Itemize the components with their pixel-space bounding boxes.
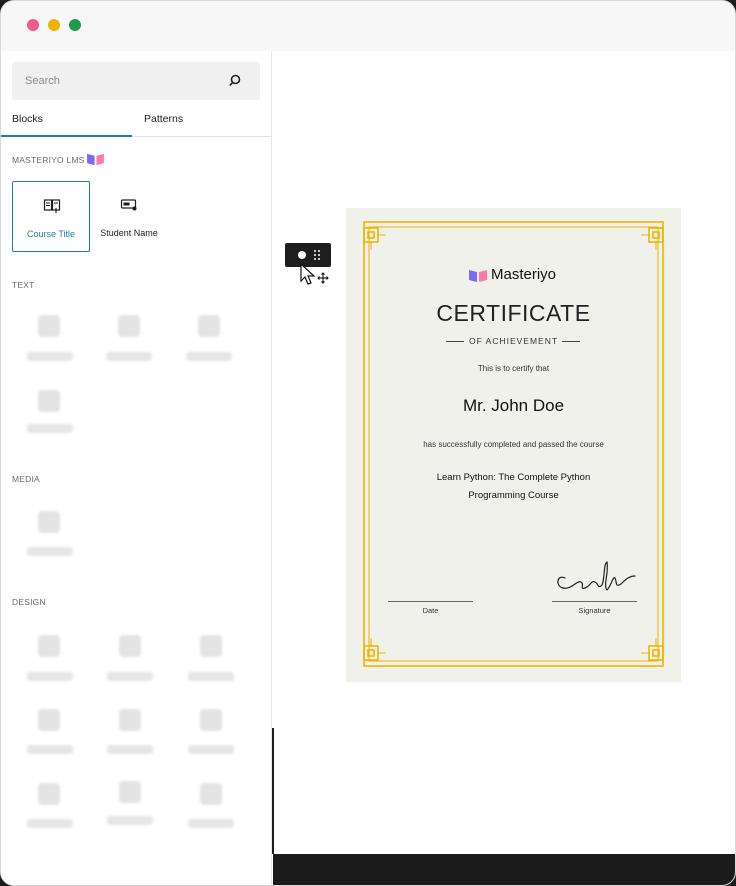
- block-placeholder-label: [107, 816, 153, 825]
- course-title-text: Learn Python: The Complete Python Progra…: [416, 469, 611, 505]
- course-title-line: Programming Course: [468, 490, 559, 501]
- block-label: Course Title: [26, 229, 76, 239]
- signature-label: Signature: [578, 606, 611, 615]
- block-placeholder-icon[interactable]: [38, 315, 60, 337]
- section-label-text: TEXT: [12, 280, 35, 290]
- block-placeholder-icon[interactable]: [38, 783, 60, 805]
- block-placeholder-icon[interactable]: [38, 390, 60, 412]
- inserter-tabs: Blocks Patterns: [1, 107, 272, 137]
- minimize-window-button[interactable]: [48, 19, 60, 31]
- masteriyo-logo-icon: [469, 270, 487, 282]
- block-placeholder-icon[interactable]: [200, 635, 222, 657]
- block-placeholder-label: [107, 745, 153, 754]
- section-label-masteriyo-lms: MASTERIYO LMS: [12, 155, 85, 165]
- course-title-icon: [43, 199, 61, 213]
- block-placeholder-label: [186, 352, 232, 361]
- section-label-design: DESIGN: [12, 597, 46, 607]
- title-bar: [1, 1, 735, 51]
- app-window: Blocks Patterns MASTERIYO LMS Course Tit…: [0, 0, 736, 886]
- tab-patterns[interactable]: Patterns: [132, 107, 272, 137]
- block-placeholder-label: [107, 672, 153, 681]
- block-placeholder-icon[interactable]: [119, 709, 141, 731]
- search-input[interactable]: [12, 62, 260, 100]
- recipient-name: Mr. John Doe: [462, 396, 565, 415]
- block-placeholder-label: [188, 819, 234, 828]
- drag-grip-icon[interactable]: [313, 249, 321, 261]
- block-placeholder-label: [27, 819, 73, 828]
- certificate-brand: Masteriyo: [491, 266, 557, 283]
- subtitle-rule-right: [562, 341, 580, 342]
- block-placeholder-icon[interactable]: [200, 709, 222, 731]
- certificate-subtitle: OF ACHIEVEMENT: [468, 336, 559, 346]
- block-placeholder-label: [188, 672, 234, 681]
- block-placeholder-icon[interactable]: [38, 635, 60, 657]
- block-placeholder-icon[interactable]: [38, 709, 60, 731]
- block-placeholder-label: [27, 547, 73, 556]
- signature-line: [552, 601, 637, 602]
- block-inserter-sidebar: Blocks Patterns MASTERIYO LMS Course Tit…: [1, 51, 272, 885]
- sidebar-resize-handle[interactable]: [272, 728, 274, 854]
- search-icon[interactable]: [227, 73, 243, 89]
- block-course-title[interactable]: Course Title: [12, 181, 90, 252]
- course-title-line: Learn Python: The Complete Python: [436, 472, 591, 483]
- move-cursor-icon: [300, 263, 329, 285]
- certificate-preview[interactable]: Masteriyo CERTIFICATE OF ACHIEVEMENT Thi…: [346, 208, 681, 682]
- block-placeholder-label: [27, 745, 73, 754]
- date-line: [388, 601, 473, 602]
- certificate-title: CERTIFICATE: [436, 300, 591, 326]
- completion-text: has successfully completed and passed th…: [423, 440, 604, 449]
- block-placeholder-icon[interactable]: [119, 781, 141, 803]
- block-placeholder-label: [27, 672, 73, 681]
- tab-blocks[interactable]: Blocks: [1, 107, 132, 137]
- student-name-icon: [120, 199, 137, 211]
- maximize-window-button[interactable]: [69, 19, 81, 31]
- signature-image: [557, 561, 636, 591]
- editor-footer-bar: [273, 854, 735, 885]
- block-label: Student Name: [100, 228, 158, 238]
- close-window-button[interactable]: [27, 19, 39, 31]
- block-placeholder-label: [27, 424, 73, 433]
- block-placeholder-icon[interactable]: [198, 315, 220, 337]
- block-placeholder-label: [27, 352, 73, 361]
- block-placeholder-icon[interactable]: [118, 315, 140, 337]
- block-placeholder-label: [106, 352, 152, 361]
- block-placeholder-icon[interactable]: [200, 783, 222, 805]
- section-label-media: MEDIA: [12, 474, 40, 484]
- block-placeholder-label: [188, 745, 234, 754]
- block-placeholder-icon[interactable]: [38, 511, 60, 533]
- block-placeholder-icon[interactable]: [119, 635, 141, 657]
- certify-text: This is to certify that: [477, 364, 550, 373]
- block-student-name[interactable]: Student Name: [90, 181, 168, 252]
- masteriyo-logo-icon: [87, 153, 104, 166]
- date-label: Date: [422, 606, 439, 615]
- block-dot-icon: [298, 251, 306, 259]
